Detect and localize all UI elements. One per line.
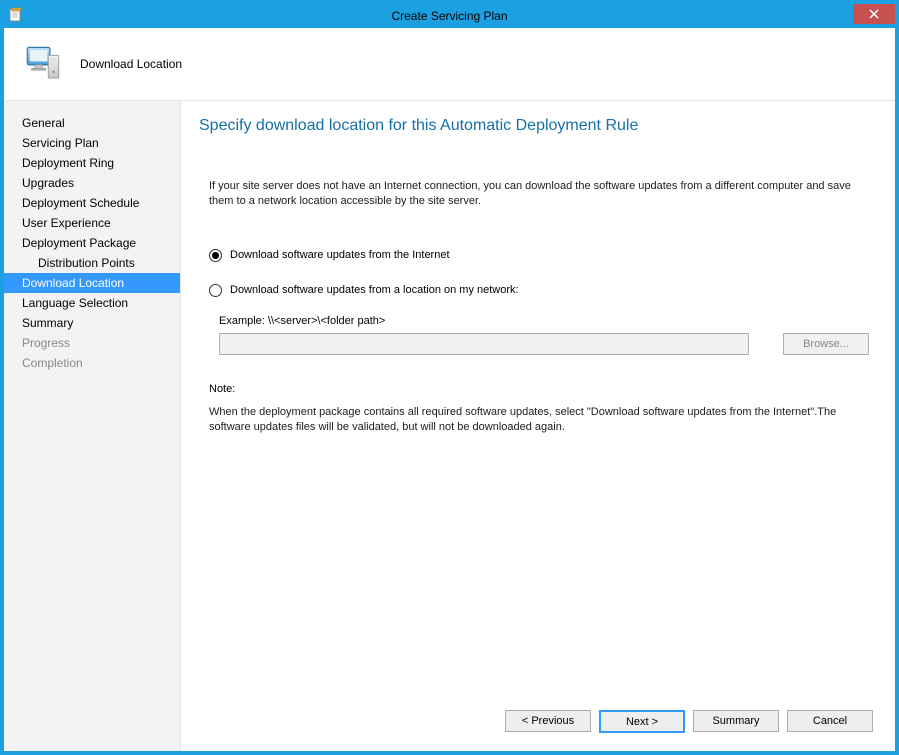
header-area: Download Location bbox=[4, 28, 895, 100]
sidebar-item-label: General bbox=[22, 116, 65, 130]
radio-download-network[interactable]: Download software updates from a locatio… bbox=[199, 284, 873, 297]
sidebar-item-servicing-plan[interactable]: Servicing Plan bbox=[4, 133, 180, 153]
browse-button: Browse... bbox=[783, 333, 869, 355]
sidebar-item-label: Completion bbox=[22, 356, 83, 370]
sidebar-item-label: User Experience bbox=[22, 216, 111, 230]
summary-button[interactable]: Summary bbox=[693, 710, 779, 732]
sidebar-item-deployment-schedule[interactable]: Deployment Schedule bbox=[4, 193, 180, 213]
spacer bbox=[199, 434, 873, 700]
radio-icon bbox=[209, 284, 222, 297]
radio-icon bbox=[209, 249, 222, 262]
sidebar-item-progress: Progress bbox=[4, 333, 180, 353]
main-panel: Specify download location for this Autom… bbox=[180, 101, 895, 751]
note-text: When the deployment package contains all… bbox=[199, 405, 873, 435]
sidebar-item-language-selection[interactable]: Language Selection bbox=[4, 293, 180, 313]
example-label: Example: \\<server>\<folder path> bbox=[199, 315, 873, 327]
sidebar-item-label: Distribution Points bbox=[38, 256, 135, 270]
sidebar: General Servicing Plan Deployment Ring U… bbox=[4, 101, 180, 751]
computer-icon bbox=[22, 43, 64, 85]
sidebar-item-label: Deployment Schedule bbox=[22, 196, 139, 210]
cancel-button[interactable]: Cancel bbox=[787, 710, 873, 732]
sidebar-item-label: Servicing Plan bbox=[22, 136, 99, 150]
sidebar-item-distribution-points[interactable]: Distribution Points bbox=[4, 253, 180, 273]
close-icon bbox=[869, 9, 879, 19]
sidebar-item-download-location[interactable]: Download Location bbox=[4, 273, 180, 293]
next-button[interactable]: Next > bbox=[599, 710, 685, 733]
sidebar-item-label: Deployment Ring bbox=[22, 156, 114, 170]
titlebar: Create Servicing Plan bbox=[4, 4, 895, 28]
network-path-input bbox=[219, 333, 749, 355]
sidebar-item-label: Progress bbox=[22, 336, 70, 350]
previous-button[interactable]: < Previous bbox=[505, 710, 591, 732]
main-heading: Specify download location for this Autom… bbox=[199, 117, 873, 135]
app-icon bbox=[8, 7, 24, 23]
sidebar-item-label: Summary bbox=[22, 316, 73, 330]
sidebar-item-label: Download Location bbox=[22, 276, 124, 290]
header-title: Download Location bbox=[80, 57, 182, 71]
sidebar-item-deployment-ring[interactable]: Deployment Ring bbox=[4, 153, 180, 173]
sidebar-item-general[interactable]: General bbox=[4, 113, 180, 133]
radio-download-internet[interactable]: Download software updates from the Inter… bbox=[199, 249, 873, 262]
sidebar-item-deployment-package[interactable]: Deployment Package bbox=[4, 233, 180, 253]
window-title: Create Servicing Plan bbox=[391, 9, 507, 23]
note-label: Note: bbox=[199, 383, 873, 395]
radio-label: Download software updates from the Inter… bbox=[230, 249, 450, 261]
body-area: General Servicing Plan Deployment Ring U… bbox=[4, 100, 895, 751]
sidebar-item-summary[interactable]: Summary bbox=[4, 313, 180, 333]
button-row: < Previous Next > Summary Cancel bbox=[199, 700, 873, 733]
sidebar-item-upgrades[interactable]: Upgrades bbox=[4, 173, 180, 193]
window-frame: Create Servicing Plan bbox=[0, 0, 899, 755]
close-button[interactable] bbox=[853, 4, 895, 24]
sidebar-item-label: Upgrades bbox=[22, 176, 74, 190]
intro-text: If your site server does not have an Int… bbox=[199, 179, 873, 209]
window-content: Download Location General Servicing Plan… bbox=[4, 28, 895, 751]
radio-label: Download software updates from a locatio… bbox=[230, 284, 519, 296]
sidebar-item-user-experience[interactable]: User Experience bbox=[4, 213, 180, 233]
sidebar-item-completion: Completion bbox=[4, 353, 180, 373]
sidebar-item-label: Deployment Package bbox=[22, 236, 136, 250]
sidebar-item-label: Language Selection bbox=[22, 296, 128, 310]
network-path-row: Browse... bbox=[199, 333, 873, 355]
